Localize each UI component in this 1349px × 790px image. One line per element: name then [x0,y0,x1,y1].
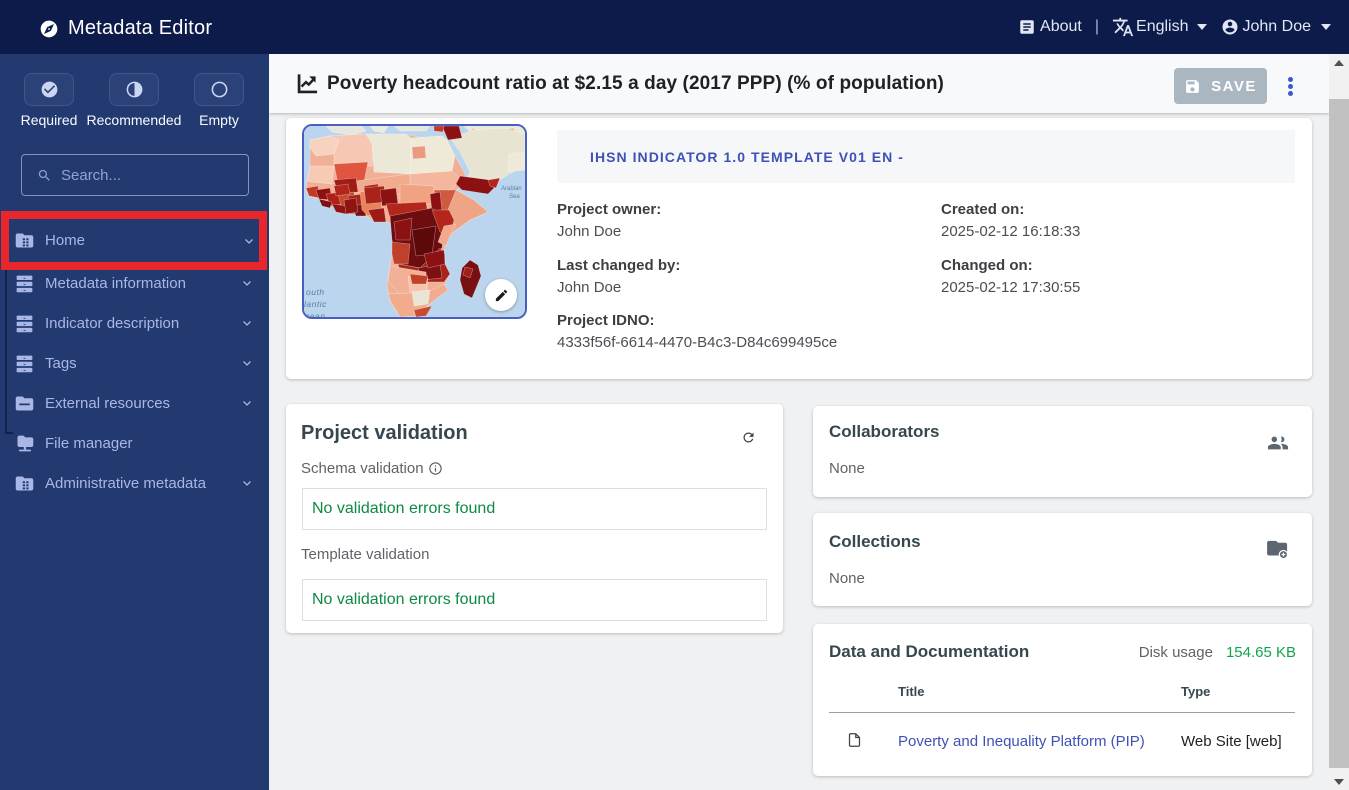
svg-text:outh: outh [306,287,325,297]
svg-text:cean: cean [305,311,325,317]
svg-text:Arabian: Arabian [500,186,522,192]
svg-text:lantic: lantic [304,299,327,309]
svg-text:Sea: Sea [509,194,520,200]
